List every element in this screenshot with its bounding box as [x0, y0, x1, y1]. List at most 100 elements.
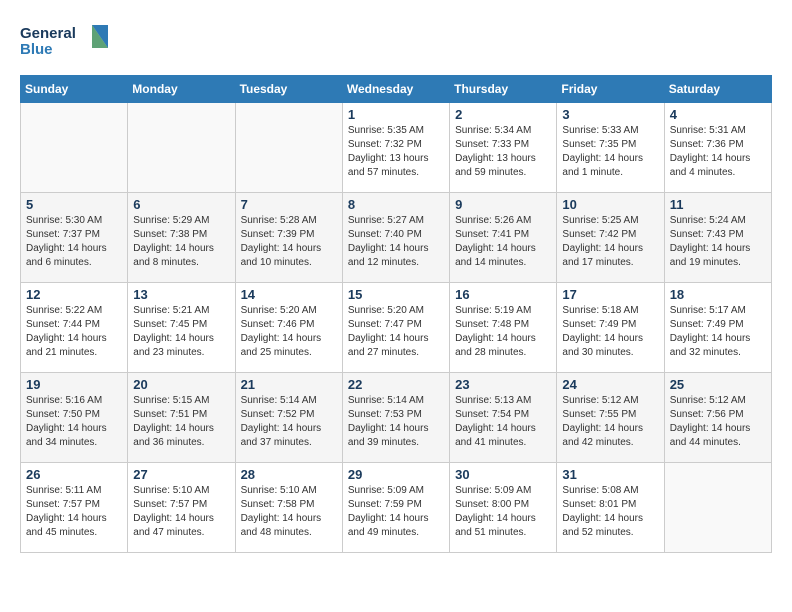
calendar-day-cell: 17 Sunrise: 5:18 AM Sunset: 7:49 PM Dayl… — [557, 283, 664, 373]
daylight-text: Daylight: 14 hours and 12 minutes. — [348, 243, 429, 268]
sunset-text: Sunset: 7:49 PM — [670, 319, 744, 330]
sunset-text: Sunset: 8:00 PM — [455, 499, 529, 510]
day-number: 1 — [348, 107, 444, 122]
sunset-text: Sunset: 7:35 PM — [562, 139, 636, 150]
sunset-text: Sunset: 7:40 PM — [348, 229, 422, 240]
calendar-day-cell: 24 Sunrise: 5:12 AM Sunset: 7:55 PM Dayl… — [557, 373, 664, 463]
sunrise-text: Sunrise: 5:33 AM — [562, 125, 638, 136]
cell-info: Sunrise: 5:08 AM Sunset: 8:01 PM Dayligh… — [562, 484, 658, 540]
weekday-header-cell: Monday — [128, 76, 235, 103]
day-number: 19 — [26, 377, 122, 392]
day-number: 5 — [26, 197, 122, 212]
calendar-day-cell: 31 Sunrise: 5:08 AM Sunset: 8:01 PM Dayl… — [557, 463, 664, 553]
calendar-day-cell: 26 Sunrise: 5:11 AM Sunset: 7:57 PM Dayl… — [21, 463, 128, 553]
sunset-text: Sunset: 7:55 PM — [562, 409, 636, 420]
day-number: 3 — [562, 107, 658, 122]
cell-info: Sunrise: 5:27 AM Sunset: 7:40 PM Dayligh… — [348, 214, 444, 270]
day-number: 29 — [348, 467, 444, 482]
cell-info: Sunrise: 5:21 AM Sunset: 7:45 PM Dayligh… — [133, 304, 229, 360]
cell-info: Sunrise: 5:12 AM Sunset: 7:55 PM Dayligh… — [562, 394, 658, 450]
cell-info: Sunrise: 5:31 AM Sunset: 7:36 PM Dayligh… — [670, 124, 766, 180]
sunset-text: Sunset: 7:33 PM — [455, 139, 529, 150]
day-number: 24 — [562, 377, 658, 392]
sunset-text: Sunset: 7:48 PM — [455, 319, 529, 330]
calendar-day-cell: 16 Sunrise: 5:19 AM Sunset: 7:48 PM Dayl… — [450, 283, 557, 373]
cell-info: Sunrise: 5:15 AM Sunset: 7:51 PM Dayligh… — [133, 394, 229, 450]
calendar-day-cell: 7 Sunrise: 5:28 AM Sunset: 7:39 PM Dayli… — [235, 193, 342, 283]
sunset-text: Sunset: 7:47 PM — [348, 319, 422, 330]
daylight-text: Daylight: 14 hours and 52 minutes. — [562, 513, 643, 538]
cell-info: Sunrise: 5:11 AM Sunset: 7:57 PM Dayligh… — [26, 484, 122, 540]
sunset-text: Sunset: 7:44 PM — [26, 319, 100, 330]
sunrise-text: Sunrise: 5:21 AM — [133, 305, 209, 316]
weekday-header-cell: Thursday — [450, 76, 557, 103]
daylight-text: Daylight: 14 hours and 25 minutes. — [241, 333, 322, 358]
weekday-header-cell: Sunday — [21, 76, 128, 103]
day-number: 31 — [562, 467, 658, 482]
cell-info: Sunrise: 5:14 AM Sunset: 7:53 PM Dayligh… — [348, 394, 444, 450]
sunset-text: Sunset: 7:42 PM — [562, 229, 636, 240]
calendar-day-cell: 6 Sunrise: 5:29 AM Sunset: 7:38 PM Dayli… — [128, 193, 235, 283]
daylight-text: Daylight: 14 hours and 34 minutes. — [26, 423, 107, 448]
sunset-text: Sunset: 7:52 PM — [241, 409, 315, 420]
day-number: 22 — [348, 377, 444, 392]
cell-info: Sunrise: 5:22 AM Sunset: 7:44 PM Dayligh… — [26, 304, 122, 360]
sunset-text: Sunset: 7:45 PM — [133, 319, 207, 330]
sunset-text: Sunset: 7:41 PM — [455, 229, 529, 240]
logo-icon: General Blue — [20, 20, 110, 60]
calendar-table: SundayMondayTuesdayWednesdayThursdayFrid… — [20, 75, 772, 553]
daylight-text: Daylight: 14 hours and 14 minutes. — [455, 243, 536, 268]
daylight-text: Daylight: 14 hours and 19 minutes. — [670, 243, 751, 268]
daylight-text: Daylight: 14 hours and 8 minutes. — [133, 243, 214, 268]
day-number: 2 — [455, 107, 551, 122]
weekday-header-cell: Wednesday — [342, 76, 449, 103]
calendar-day-cell: 29 Sunrise: 5:09 AM Sunset: 7:59 PM Dayl… — [342, 463, 449, 553]
day-number: 26 — [26, 467, 122, 482]
calendar-day-cell: 25 Sunrise: 5:12 AM Sunset: 7:56 PM Dayl… — [664, 373, 771, 463]
sunrise-text: Sunrise: 5:31 AM — [670, 125, 746, 136]
page-header: General Blue — [20, 20, 772, 65]
cell-info: Sunrise: 5:34 AM Sunset: 7:33 PM Dayligh… — [455, 124, 551, 180]
daylight-text: Daylight: 14 hours and 42 minutes. — [562, 423, 643, 448]
weekday-header-cell: Saturday — [664, 76, 771, 103]
calendar-day-cell: 5 Sunrise: 5:30 AM Sunset: 7:37 PM Dayli… — [21, 193, 128, 283]
sunset-text: Sunset: 7:37 PM — [26, 229, 100, 240]
sunrise-text: Sunrise: 5:20 AM — [241, 305, 317, 316]
sunset-text: Sunset: 7:59 PM — [348, 499, 422, 510]
calendar-day-cell: 10 Sunrise: 5:25 AM Sunset: 7:42 PM Dayl… — [557, 193, 664, 283]
daylight-text: Daylight: 14 hours and 21 minutes. — [26, 333, 107, 358]
daylight-text: Daylight: 14 hours and 23 minutes. — [133, 333, 214, 358]
day-number: 27 — [133, 467, 229, 482]
sunrise-text: Sunrise: 5:08 AM — [562, 485, 638, 496]
day-number: 10 — [562, 197, 658, 212]
cell-info: Sunrise: 5:33 AM Sunset: 7:35 PM Dayligh… — [562, 124, 658, 180]
cell-info: Sunrise: 5:10 AM Sunset: 7:58 PM Dayligh… — [241, 484, 337, 540]
cell-info: Sunrise: 5:13 AM Sunset: 7:54 PM Dayligh… — [455, 394, 551, 450]
daylight-text: Daylight: 14 hours and 45 minutes. — [26, 513, 107, 538]
daylight-text: Daylight: 14 hours and 39 minutes. — [348, 423, 429, 448]
calendar-week-row: 19 Sunrise: 5:16 AM Sunset: 7:50 PM Dayl… — [21, 373, 772, 463]
calendar-day-cell: 8 Sunrise: 5:27 AM Sunset: 7:40 PM Dayli… — [342, 193, 449, 283]
sunset-text: Sunset: 7:43 PM — [670, 229, 744, 240]
calendar-day-cell: 28 Sunrise: 5:10 AM Sunset: 7:58 PM Dayl… — [235, 463, 342, 553]
sunrise-text: Sunrise: 5:12 AM — [562, 395, 638, 406]
daylight-text: Daylight: 14 hours and 30 minutes. — [562, 333, 643, 358]
cell-info: Sunrise: 5:09 AM Sunset: 8:00 PM Dayligh… — [455, 484, 551, 540]
day-number: 17 — [562, 287, 658, 302]
cell-info: Sunrise: 5:30 AM Sunset: 7:37 PM Dayligh… — [26, 214, 122, 270]
daylight-text: Daylight: 14 hours and 36 minutes. — [133, 423, 214, 448]
sunrise-text: Sunrise: 5:17 AM — [670, 305, 746, 316]
day-number: 28 — [241, 467, 337, 482]
sunset-text: Sunset: 7:54 PM — [455, 409, 529, 420]
sunrise-text: Sunrise: 5:09 AM — [455, 485, 531, 496]
cell-info: Sunrise: 5:17 AM Sunset: 7:49 PM Dayligh… — [670, 304, 766, 360]
day-number: 12 — [26, 287, 122, 302]
sunset-text: Sunset: 7:51 PM — [133, 409, 207, 420]
sunrise-text: Sunrise: 5:10 AM — [133, 485, 209, 496]
sunset-text: Sunset: 7:36 PM — [670, 139, 744, 150]
cell-info: Sunrise: 5:14 AM Sunset: 7:52 PM Dayligh… — [241, 394, 337, 450]
cell-info: Sunrise: 5:24 AM Sunset: 7:43 PM Dayligh… — [670, 214, 766, 270]
sunset-text: Sunset: 7:38 PM — [133, 229, 207, 240]
daylight-text: Daylight: 14 hours and 37 minutes. — [241, 423, 322, 448]
sunrise-text: Sunrise: 5:11 AM — [26, 485, 101, 496]
